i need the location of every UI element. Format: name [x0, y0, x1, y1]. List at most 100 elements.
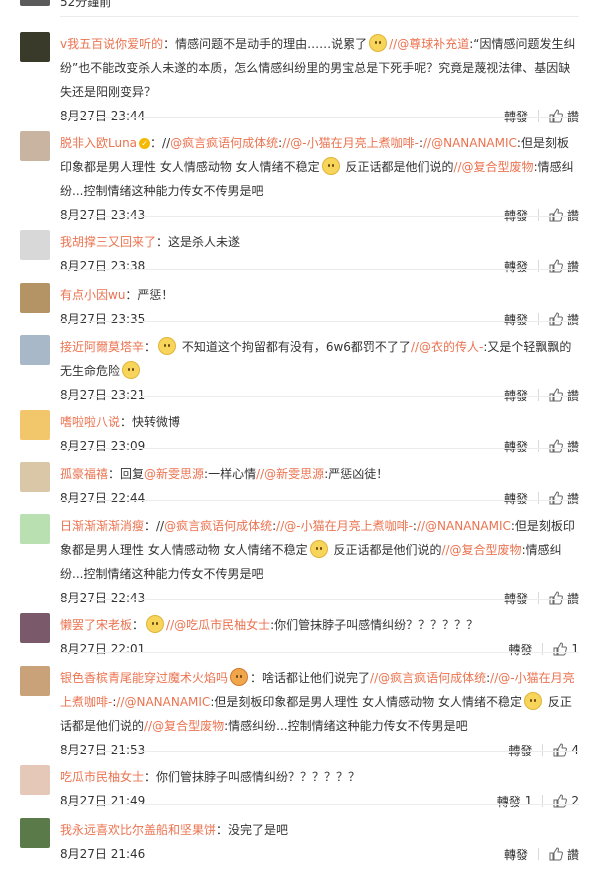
repost-button[interactable]: 轉發	[504, 438, 528, 455]
mention-link[interactable]: //@新雯思源	[256, 467, 324, 481]
mention-link[interactable]: //@NANANAMIC	[116, 695, 210, 709]
verified-badge-icon: ✓	[139, 138, 151, 149]
mention-link[interactable]: //@NANANAMIC	[417, 519, 511, 533]
avatar[interactable]	[20, 131, 50, 161]
divider	[60, 269, 579, 270]
repost-label: 轉發	[508, 642, 533, 657]
comment-username[interactable]: 银色香槟青尾能穿过魔术火焰吗	[60, 671, 228, 685]
like-button[interactable]: 讚	[549, 108, 579, 125]
avatar[interactable]	[20, 462, 50, 492]
comment-username[interactable]: 有点小因wu	[60, 288, 125, 302]
comment-text-segment: :一样心情	[204, 467, 257, 481]
avatar[interactable]	[20, 283, 50, 313]
thumbs-up-icon	[553, 743, 568, 757]
comment-actions: 轉發 讚	[504, 309, 579, 329]
like-button[interactable]: 讚	[549, 846, 579, 863]
comment-username[interactable]: 懒罢了宋老板	[60, 618, 132, 632]
avatar[interactable]	[20, 613, 50, 643]
mention-link[interactable]: //@-小猫在月亮上煮咖啡-	[282, 136, 419, 150]
repost-button[interactable]: 轉發	[504, 207, 528, 224]
repost-button[interactable]: 轉發	[504, 387, 528, 404]
comment-actions: 轉發 讚	[504, 436, 579, 456]
mention-link[interactable]: @疯言疯语何成体统	[170, 136, 278, 150]
repost-button[interactable]: 轉發	[508, 641, 532, 658]
comment-username[interactable]: 嗜啦啦八说	[60, 415, 120, 429]
crying-emoji-icon	[524, 692, 542, 710]
comment-feed: 52分鐘前 v我五百说你爱听的：情感问题不是动手的理由……说累了 //@尊球补充道…	[0, 0, 593, 870]
mention-link[interactable]: @疯言疯语何成体统	[164, 519, 272, 533]
comment-text: 接近阿爾莫塔辛： 不知道这个拘留都有没有，6w6都罚不了了//@衣的传人-:又是…	[60, 335, 579, 383]
avatar[interactable]	[20, 32, 50, 62]
comment-username[interactable]: 孤豪福禧	[60, 467, 108, 481]
avatar[interactable]	[20, 666, 50, 696]
avatar[interactable]	[20, 0, 50, 6]
comment-username[interactable]: 脱非入欧Luna	[60, 136, 137, 150]
repost-button[interactable]: 轉發	[504, 490, 528, 507]
comment-username[interactable]: 我胡撑三又回来了	[60, 235, 156, 249]
repost-button[interactable]: 轉發	[508, 742, 532, 759]
like-button[interactable]: 讚	[549, 387, 579, 404]
tired-emoji-icon	[122, 361, 141, 379]
comment-text: v我五百说你爱听的：情感问题不是动手的理由……说累了//@尊球补充道:“因情感问…	[60, 32, 579, 104]
repost-button[interactable]: 轉發	[504, 258, 528, 275]
mention-link[interactable]: //@尊球补充道	[389, 37, 469, 51]
comment-actions: 轉發 讚	[504, 205, 579, 225]
avatar[interactable]	[20, 514, 50, 544]
mention-link[interactable]: //@-小猫在月亮上煮咖啡-	[276, 519, 413, 533]
repost-button[interactable]: 轉發	[504, 846, 528, 863]
repost-button[interactable]: 轉發	[504, 108, 528, 125]
mention-link[interactable]: //@复合型废物	[144, 719, 224, 733]
avatar[interactable]	[20, 410, 50, 440]
mention-link[interactable]: //@NANANAMIC	[423, 136, 517, 150]
mention-link[interactable]: //@复合型废物	[441, 543, 521, 557]
repost-label: 轉發	[503, 491, 528, 506]
like-button[interactable]: 4	[553, 743, 579, 757]
thumbs-up-icon	[549, 591, 563, 605]
comment-text: 嗜啦啦八说：快转微博	[60, 410, 579, 434]
mention-link[interactable]: //@疯言疯语何成体统	[370, 671, 486, 685]
comment-meta: 8月27日 22:43 轉發 讚	[60, 588, 579, 608]
like-label: 讚	[566, 439, 579, 454]
avatar[interactable]	[20, 335, 50, 365]
repost-label: 轉發	[503, 388, 528, 403]
comment-username[interactable]: 接近阿爾莫塔辛	[60, 340, 144, 354]
comment-text: 我胡撑三又回来了：这是杀人未遂	[60, 230, 579, 254]
avatar[interactable]	[20, 230, 50, 260]
mention-link[interactable]: //@衣的传人-	[411, 340, 483, 354]
action-separator	[542, 795, 544, 807]
repost-button[interactable]: 轉發	[504, 311, 528, 328]
like-button[interactable]: 讚	[549, 258, 579, 275]
comment-meta: 8月27日 23:09 轉發 讚	[60, 436, 579, 456]
comment-username[interactable]: 吃瓜市民柚女士	[60, 770, 144, 784]
like-button[interactable]: 讚	[549, 207, 579, 224]
comment-meta: 8月27日 22:44 轉發 讚	[60, 488, 579, 508]
action-separator	[542, 643, 544, 655]
mention-link[interactable]: @新雯思源	[144, 467, 204, 481]
avatar[interactable]	[20, 818, 50, 848]
like-button[interactable]: 讚	[549, 490, 579, 507]
repost-label: 轉發	[503, 259, 528, 274]
comment-username[interactable]: v我五百说你爱听的	[60, 37, 163, 51]
like-button[interactable]: 2	[553, 794, 579, 808]
like-button[interactable]: 讚	[549, 590, 579, 607]
mention-link[interactable]: //@复合型废物	[453, 160, 533, 174]
like-count: 2	[571, 794, 579, 808]
like-button[interactable]: 讚	[549, 311, 579, 328]
repost-count: 1	[524, 794, 533, 808]
comment-time: 8月27日 22:44	[60, 491, 146, 505]
mention-link[interactable]: //@吃瓜市民柚女士	[166, 618, 270, 632]
comment-text-segment: :你们管抹脖子叫感情纠纷？？？？？？	[270, 618, 479, 632]
like-button[interactable]: 讚	[549, 438, 579, 455]
comment-text: 懒罢了宋老板： //@吃瓜市民柚女士:你们管抹脖子叫感情纠纷？？？？？？	[60, 613, 579, 637]
comment-text: 吃瓜市民柚女士：你们管抹脖子叫感情纠纷？？？？？？	[60, 765, 579, 789]
avatar[interactable]	[20, 765, 50, 795]
repost-button[interactable]: 轉發 1	[497, 793, 533, 810]
comment-text: 有点小因wu：严惩！	[60, 283, 579, 307]
like-button[interactable]: 1	[553, 642, 579, 656]
comment-username[interactable]: 我永远喜欢比尔盖船和坚果饼	[60, 823, 216, 837]
comment-time: 8月27日 23:44	[60, 109, 146, 123]
action-separator	[537, 848, 539, 860]
repost-button[interactable]: 轉發	[504, 590, 528, 607]
comment-meta: 8月27日 21:53 轉發 4	[60, 740, 579, 760]
comment-username[interactable]: 日渐渐渐渐消瘦	[60, 519, 144, 533]
